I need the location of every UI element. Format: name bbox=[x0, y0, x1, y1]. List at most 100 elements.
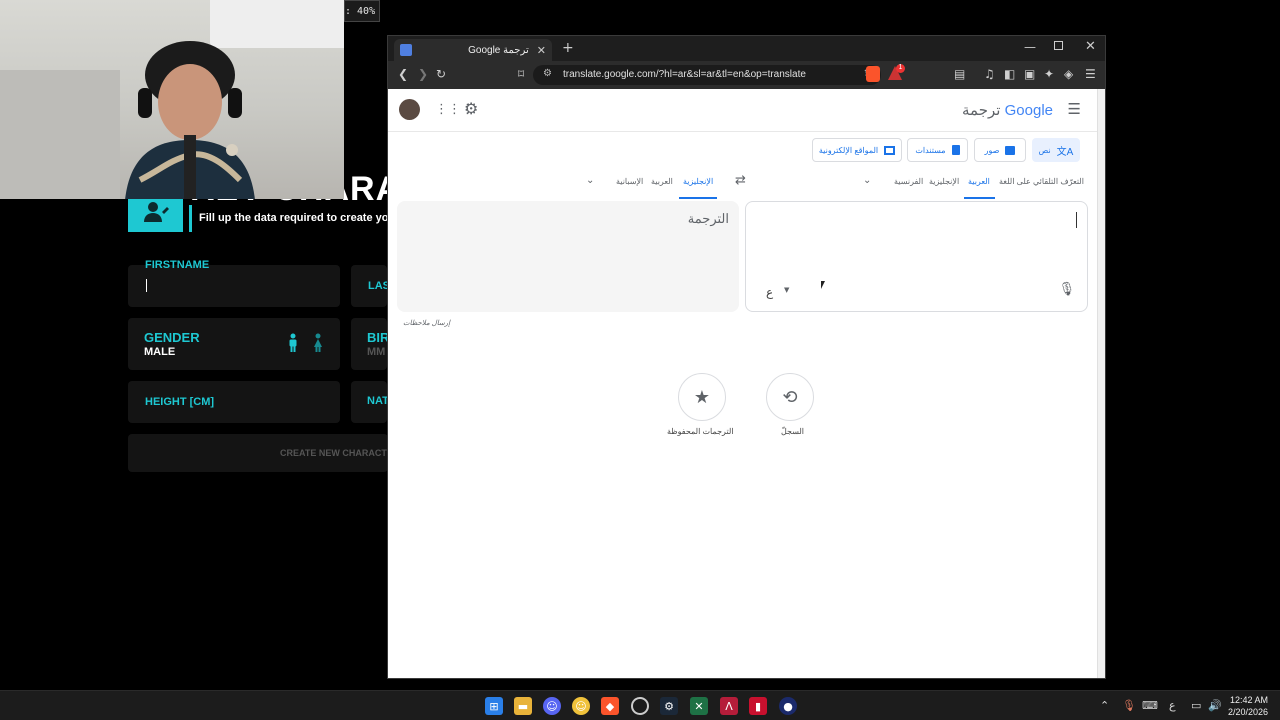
saved-translations-button[interactable]: ★ bbox=[678, 373, 726, 421]
discord-yellow-icon[interactable]: ☺ bbox=[572, 697, 590, 715]
close-tab-icon[interactable]: ✕ bbox=[537, 44, 546, 57]
firstname-card: FIRSTNAME bbox=[128, 259, 340, 307]
maximize-icon[interactable] bbox=[1054, 41, 1063, 50]
minimize-icon[interactable]: — bbox=[1024, 40, 1036, 54]
reader-mode-icon[interactable]: ▤ bbox=[954, 67, 965, 81]
mode-images-button[interactable]: صور bbox=[974, 138, 1026, 162]
microphone-icon[interactable]: 🎙 bbox=[1058, 282, 1075, 297]
mode-documents-button[interactable]: مستندات bbox=[907, 138, 968, 162]
logo-suffix: ترجمة bbox=[962, 102, 1001, 119]
source-lang-detect[interactable]: التعرّف التلقائي على اللغة bbox=[999, 177, 1084, 186]
text-caret bbox=[1076, 212, 1077, 228]
webcam-overlay bbox=[0, 0, 344, 199]
wallet-icon[interactable]: ▣ bbox=[1024, 67, 1035, 81]
account-avatar[interactable] bbox=[399, 99, 420, 120]
gender-card: GENDER MALE bbox=[128, 318, 340, 370]
translation-output-area: الترجمة bbox=[397, 201, 739, 312]
forward-icon[interactable]: ❯ bbox=[418, 67, 428, 81]
leo-ai-icon[interactable]: ✦ bbox=[1044, 67, 1054, 81]
source-lang-french[interactable]: الفرنسية bbox=[894, 177, 923, 186]
obs-icon[interactable] bbox=[631, 697, 649, 715]
tray-network-icon[interactable]: ▭ bbox=[1191, 699, 1201, 712]
brave-browser-icon[interactable]: ◆ bbox=[601, 697, 619, 715]
create-character-button[interactable]: CREATE NEW CHARACT bbox=[128, 434, 388, 472]
chair bbox=[0, 70, 120, 199]
app-blue-icon[interactable]: ● bbox=[779, 697, 797, 715]
tray-mic-icon[interactable]: 🎙 bbox=[1122, 699, 1136, 712]
bookmark-icon[interactable]: ⌑ bbox=[518, 67, 524, 81]
translation-placeholder: الترجمة bbox=[687, 211, 729, 226]
site-settings-icon[interactable]: ⚙ bbox=[543, 68, 552, 79]
tab-google-translate[interactable]: Google ترجمة ✕ bbox=[394, 39, 552, 61]
zoom-indicator: : 40% bbox=[344, 0, 380, 22]
title-accent-bar bbox=[189, 205, 192, 232]
star-icon: ★ bbox=[693, 386, 711, 408]
vpn-icon[interactable]: ◈ bbox=[1064, 67, 1073, 81]
new-tab-icon[interactable]: + bbox=[562, 40, 574, 56]
mode-images-label: صور bbox=[984, 145, 1000, 155]
page-scrollbar[interactable] bbox=[1097, 89, 1105, 678]
source-lang-english[interactable]: الإنجليزية bbox=[929, 177, 959, 186]
history-icon: ⟲ bbox=[782, 386, 798, 408]
keyboard-lang-label[interactable]: ع bbox=[766, 285, 773, 299]
translate-icon: 文A bbox=[1056, 146, 1074, 158]
taskbar-clock[interactable]: 12:42 AM 2/20/2026 bbox=[1228, 694, 1268, 718]
close-window-icon[interactable]: ✕ bbox=[1085, 39, 1096, 54]
target-more-chevron-icon[interactable]: ⌄ bbox=[586, 175, 594, 186]
main-menu-icon[interactable]: ☰ bbox=[1068, 100, 1081, 118]
google-translate-logo[interactable]: ترجمة Google bbox=[962, 101, 1053, 119]
url-text: translate.google.com/?hl=ar&sl=ar&tl=en&… bbox=[563, 69, 806, 80]
mode-text-label: نص bbox=[1038, 145, 1051, 155]
menu-icon[interactable]: ☰ bbox=[1085, 67, 1096, 81]
birth-value: MM bbox=[367, 346, 386, 358]
female-icon[interactable] bbox=[313, 333, 323, 357]
firstname-input[interactable] bbox=[146, 279, 147, 292]
mode-documents-label: مستندات bbox=[915, 145, 946, 155]
target-lang-spanish[interactable]: الإسبانية bbox=[616, 177, 643, 186]
source-selected-underline bbox=[964, 197, 995, 199]
tray-chevron-icon[interactable]: ⌃ bbox=[1100, 699, 1109, 712]
mode-text-button[interactable]: نص 文A bbox=[1032, 138, 1080, 162]
source-lang-arabic[interactable]: العربية bbox=[968, 177, 990, 186]
person-video bbox=[120, 30, 260, 199]
swap-languages-icon[interactable]: ⇄ bbox=[735, 173, 746, 188]
sidebar-icon[interactable]: ◧ bbox=[1004, 67, 1015, 81]
target-selected-underline bbox=[679, 197, 717, 199]
keyboard-dropdown-icon[interactable]: ▼ bbox=[784, 286, 789, 294]
nationality-card[interactable]: NAT bbox=[351, 381, 389, 423]
tray-volume-icon[interactable]: 🔊 bbox=[1208, 699, 1222, 712]
gender-value: MALE bbox=[144, 346, 176, 358]
clock-date: 2/20/2026 bbox=[1227, 707, 1268, 717]
source-more-chevron-icon[interactable]: ⌄ bbox=[863, 175, 871, 186]
lastname-card[interactable]: LAS bbox=[351, 265, 390, 307]
settings-gear-icon[interactable]: ⚙ bbox=[464, 99, 478, 118]
mode-websites-button[interactable]: المواقع الإلكترونية bbox=[812, 138, 902, 162]
target-lang-arabic[interactable]: العربية bbox=[651, 177, 673, 186]
media-icon[interactable]: ♫ bbox=[984, 67, 995, 81]
tray-keyboard-icon[interactable]: ⌨ bbox=[1142, 699, 1158, 712]
address-bar[interactable]: ⚙ translate.google.com/?hl=ar&sl=ar&tl=e… bbox=[533, 65, 881, 85]
steam-icon[interactable]: ⚙ bbox=[660, 697, 678, 715]
excel-icon[interactable]: ✕ bbox=[690, 697, 708, 715]
file-explorer-icon[interactable]: ▬ bbox=[514, 697, 532, 715]
height-card[interactable]: HEIGHT [CM] bbox=[128, 381, 340, 423]
discord-icon[interactable]: ☺ bbox=[543, 697, 561, 715]
back-icon[interactable]: ❮ bbox=[398, 67, 408, 81]
source-text-area[interactable]: ع ▼ 🎙 bbox=[745, 201, 1088, 312]
app-a-icon[interactable]: Λ bbox=[720, 697, 738, 715]
history-button[interactable]: ⟲ bbox=[766, 373, 814, 421]
male-icon[interactable] bbox=[288, 333, 298, 357]
tab-title: Google ترجمة bbox=[468, 44, 529, 56]
target-lang-english[interactable]: الإنجليزية bbox=[683, 177, 713, 186]
tray-input-lang[interactable]: ع bbox=[1169, 699, 1176, 712]
send-feedback-link[interactable]: إرسال ملاحظات bbox=[403, 319, 450, 327]
mouse-cursor bbox=[821, 281, 825, 289]
start-windows-icon[interactable]: ⊞ bbox=[485, 697, 503, 715]
document-icon bbox=[951, 145, 960, 155]
brave-shields-icon[interactable] bbox=[866, 66, 880, 82]
reload-icon[interactable]: ↻ bbox=[436, 67, 446, 81]
app-red-icon[interactable]: ▮ bbox=[749, 697, 767, 715]
browser-window: Google ترجمة ✕ + — ✕ ❮ ❯ ↻ ⌑ ⚙ translate… bbox=[387, 35, 1106, 679]
nationality-label: NAT bbox=[367, 395, 389, 407]
birth-card[interactable]: BIR MM bbox=[351, 318, 389, 370]
